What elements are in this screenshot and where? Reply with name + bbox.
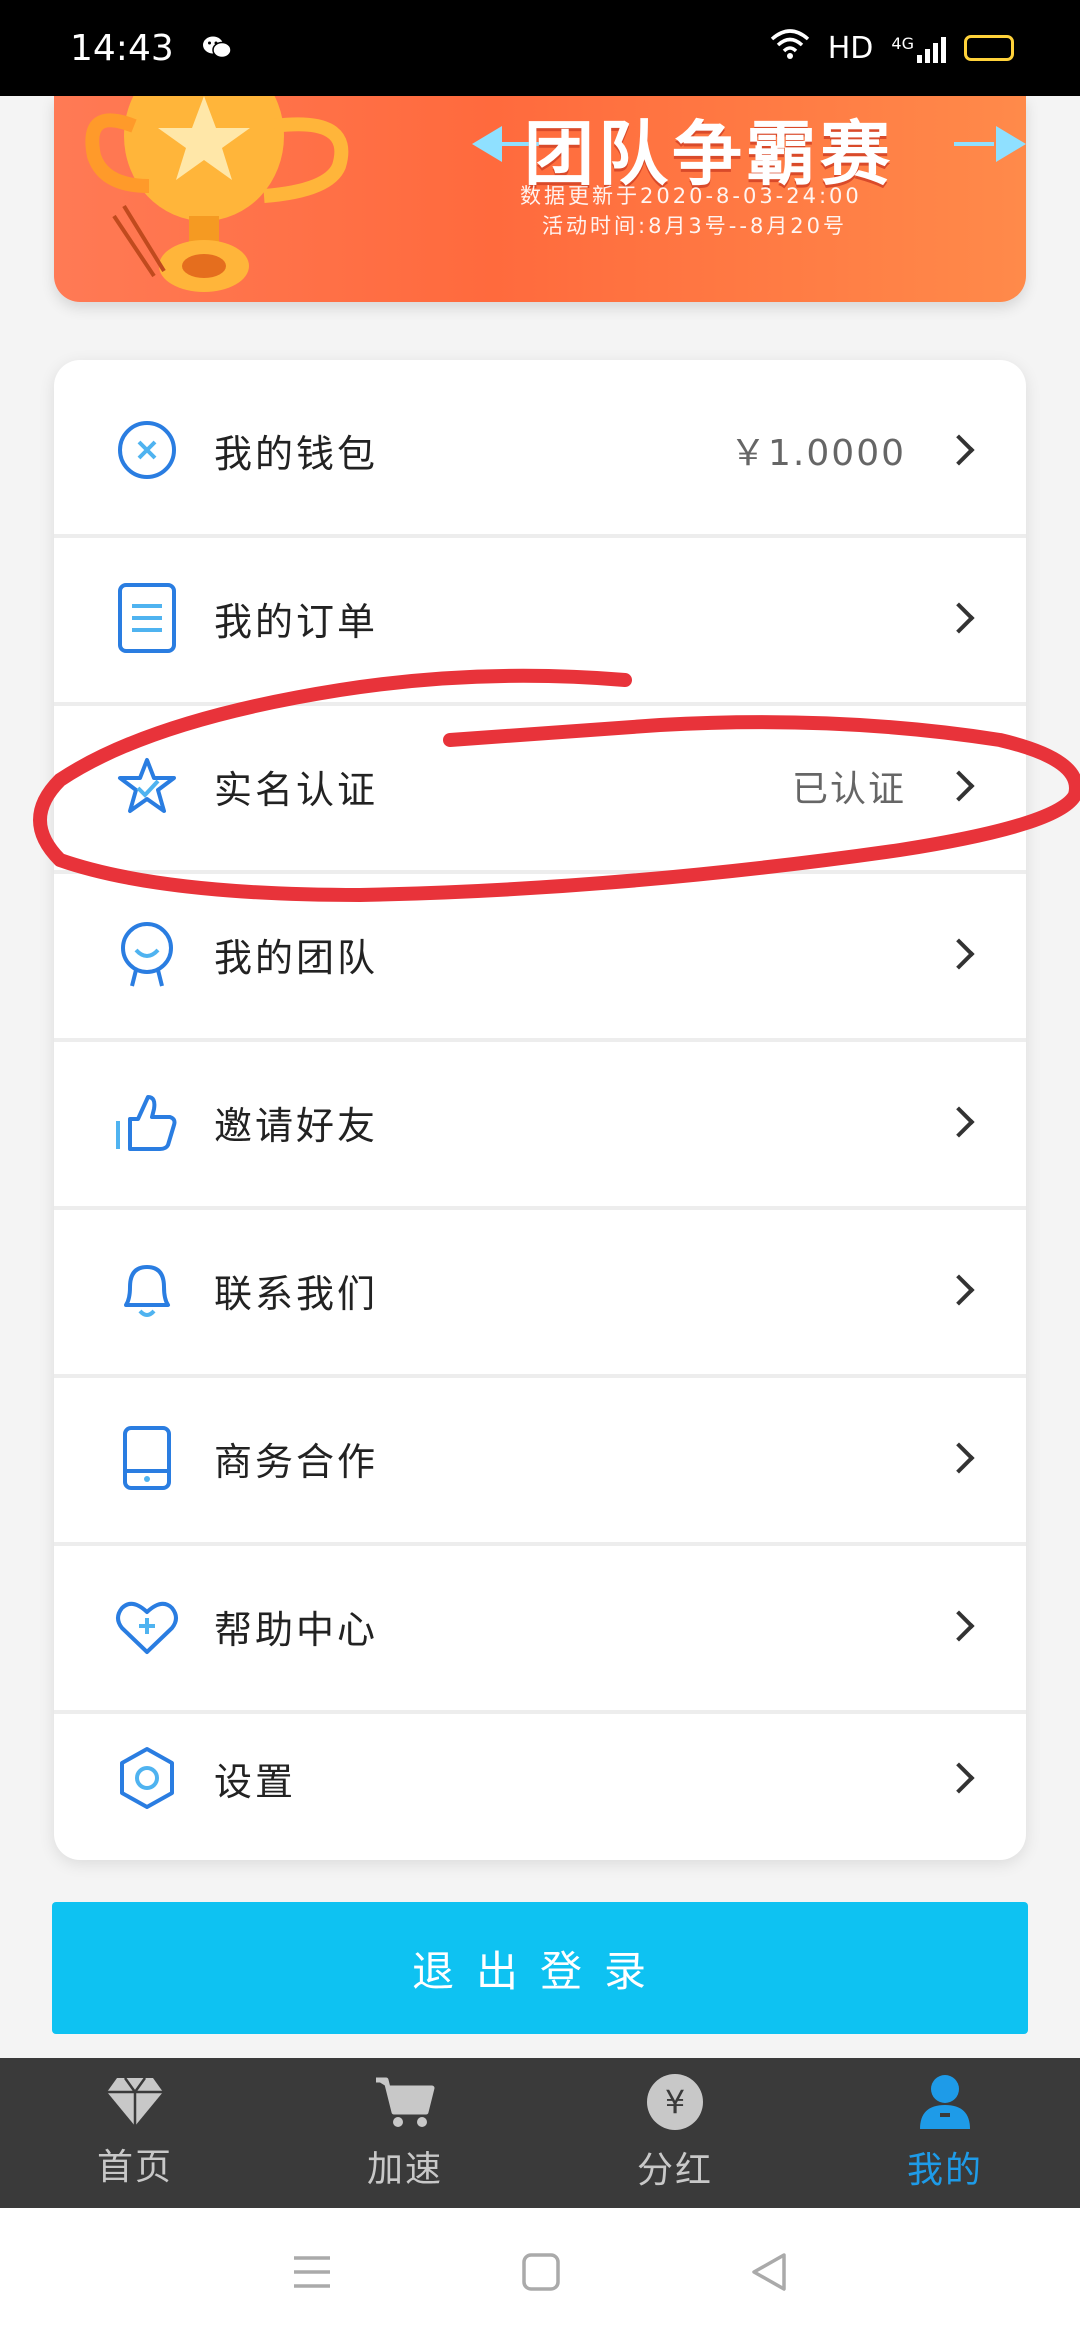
trophy-icon xyxy=(85,96,349,292)
hexagon-settings-icon xyxy=(114,1745,180,1811)
bell-icon xyxy=(114,1257,180,1323)
chevron-right-icon xyxy=(943,602,975,634)
banner-left-arrow xyxy=(472,126,502,162)
menu-label-orders: 我的订单 xyxy=(214,599,379,644)
phone-icon xyxy=(114,1425,180,1491)
status-bar: 14:43 HD 4G xyxy=(0,0,1080,96)
tab-home[interactable]: 首页 xyxy=(0,2058,270,2208)
chevron-right-icon xyxy=(943,938,975,970)
menu-label-contact: 联系我们 xyxy=(214,1271,379,1316)
user-icon xyxy=(916,2073,974,2135)
home-nav-icon[interactable] xyxy=(522,2253,560,2295)
tab-dividend-label: 分红 xyxy=(636,2150,713,2191)
tab-accelerate[interactable]: 加速 xyxy=(270,2058,540,2208)
diamond-icon xyxy=(105,2076,165,2132)
verify-star-icon xyxy=(114,753,180,819)
tab-profile-label: 我的 xyxy=(906,2150,983,2191)
menu-item-help[interactable]: 帮助中心 xyxy=(54,1546,1026,1706)
team-contest-banner[interactable]: 团队争霸赛 数据更新于2020-8-03-24:00 活动时间:8月3号--8月… xyxy=(54,96,1026,302)
menu-label-help: 帮助中心 xyxy=(214,1607,379,1652)
wallet-balance: ￥1.0000 xyxy=(730,433,906,474)
tab-accelerate-label: 加速 xyxy=(366,2149,443,2190)
verification-status: 已认证 xyxy=(791,769,906,810)
menu-item-orders[interactable]: 我的订单 xyxy=(54,538,1026,698)
chevron-right-icon xyxy=(943,1274,975,1306)
tab-profile[interactable]: 我的 xyxy=(810,2058,1080,2208)
chevron-right-icon xyxy=(943,770,975,802)
battery-icon xyxy=(964,35,1014,61)
menu-label-verification: 实名认证 xyxy=(214,767,379,812)
bottom-tab-bar: 首页 加速 ¥ 分红 我的 xyxy=(0,2058,1080,2208)
logout-button[interactable]: 退出登录 xyxy=(52,1902,1028,2034)
menu-item-settings[interactable]: 设置 xyxy=(54,1698,1026,1858)
status-time: 14:43 xyxy=(70,27,174,69)
thumbs-up-icon xyxy=(114,1089,180,1155)
menu-item-team[interactable]: 我的团队 xyxy=(54,874,1026,1034)
banner-right-arrow xyxy=(996,126,1026,162)
tab-dividend[interactable]: ¥ 分红 xyxy=(540,2058,810,2208)
tab-home-label: 首页 xyxy=(96,2147,173,2188)
menu-item-business[interactable]: 商务合作 xyxy=(54,1378,1026,1538)
wechat-icon xyxy=(202,28,232,69)
menu-label-business: 商务合作 xyxy=(214,1439,379,1484)
profile-menu: 我的钱包 ￥1.0000 我的订单 实名认证 已认证 我的团队 邀请好友 联系我… xyxy=(54,360,1026,1860)
cart-icon xyxy=(374,2074,436,2134)
banner-update-text: 数据更新于2020-8-03-24:00 xyxy=(520,184,862,208)
svg-text:¥: ¥ xyxy=(665,2083,685,2121)
system-nav-bar xyxy=(0,2208,1080,2340)
chevron-right-icon xyxy=(943,1610,975,1642)
menu-label-settings: 设置 xyxy=(214,1759,297,1804)
menu-label-invite: 邀请好友 xyxy=(214,1103,379,1148)
menu-item-wallet[interactable]: 我的钱包 ￥1.0000 xyxy=(54,370,1026,530)
chevron-right-icon xyxy=(943,1106,975,1138)
chevron-right-icon xyxy=(943,1442,975,1474)
menu-label-team: 我的团队 xyxy=(214,935,379,980)
menu-item-invite[interactable]: 邀请好友 xyxy=(54,1042,1026,1202)
menu-nav-icon[interactable] xyxy=(292,2255,332,2293)
chevron-right-icon xyxy=(943,1762,975,1794)
menu-item-verification[interactable]: 实名认证 已认证 xyxy=(54,706,1026,866)
menu-label-wallet: 我的钱包 xyxy=(214,431,379,476)
network-hd-label: HD xyxy=(827,30,874,66)
wifi-icon xyxy=(770,29,810,67)
signal-icon: 4G xyxy=(891,33,946,63)
yen-coin-icon: ¥ xyxy=(646,2073,704,2135)
back-nav-icon[interactable] xyxy=(750,2252,788,2296)
menu-item-contact[interactable]: 联系我们 xyxy=(54,1210,1026,1370)
order-icon xyxy=(114,583,180,653)
team-icon xyxy=(114,921,180,987)
wallet-icon xyxy=(114,417,180,483)
banner-activity-text: 活动时间:8月3号--8月20号 xyxy=(542,214,848,238)
chevron-right-icon xyxy=(943,434,975,466)
heart-plus-icon xyxy=(114,1593,180,1659)
